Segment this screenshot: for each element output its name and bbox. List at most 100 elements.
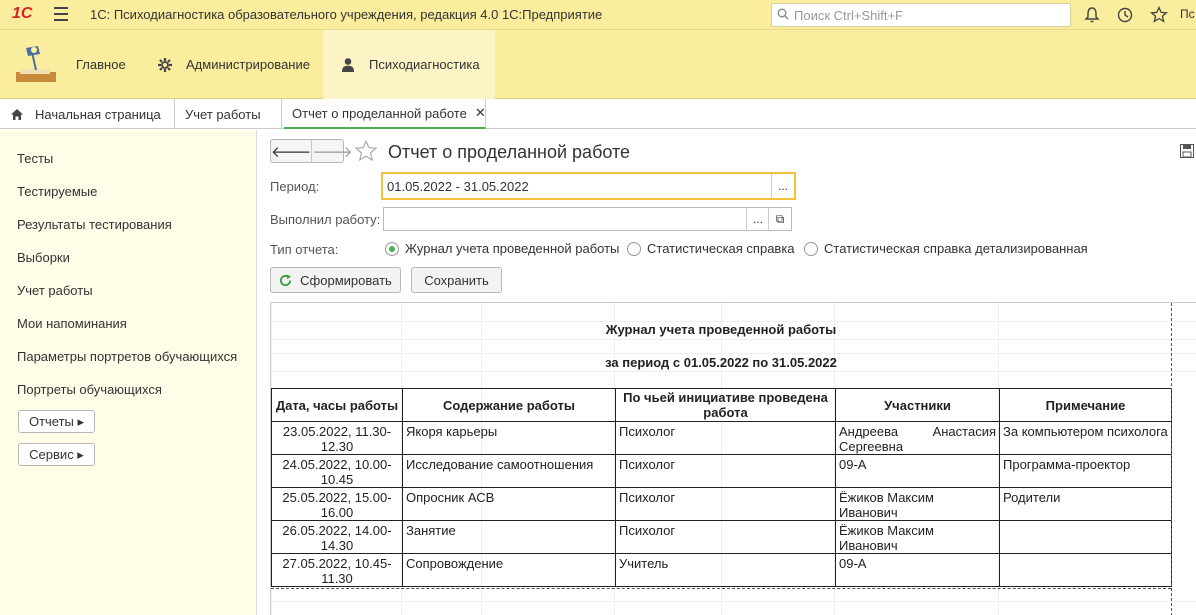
section-main[interactable]: Главное (12, 30, 132, 99)
report-title: Журнал учета проведенной работы (605, 322, 837, 337)
radio-work-log[interactable]: Журнал учета проведенной работы (385, 241, 619, 256)
tab-work-report[interactable]: Отчет о проделанной работе ✕ (284, 99, 486, 129)
save-button[interactable]: Сохранить (411, 267, 502, 293)
menu-item-work-log[interactable]: Учет работы (17, 283, 93, 298)
radio-selected-indicator (385, 241, 399, 256)
cell-note[interactable] (999, 553, 1172, 587)
cell-initiative[interactable]: Психолог (615, 454, 836, 488)
radio-statistical-report[interactable]: Статистическая справка (627, 241, 795, 256)
generate-button-label: Сформировать (300, 272, 392, 288)
cell-date[interactable]: 25.05.2022, 15.00-16.00 (271, 487, 403, 521)
radio-work-log-label: Журнал учета проведенной работы (405, 241, 620, 256)
menu-item-samples[interactable]: Выборки (17, 250, 70, 265)
period-field[interactable]: 01.05.2022 - 31.05.2022 ... (381, 172, 796, 200)
menu-item-reminders[interactable]: Мои напоминания (17, 316, 127, 331)
column-header-content: Содержание работы (402, 388, 616, 422)
cell-date[interactable]: 23.05.2022, 11.30-12.30 (271, 421, 403, 455)
period-value: 01.05.2022 - 31.05.2022 (387, 179, 529, 194)
menu-item-student-portraits[interactable]: Портреты обучающихся (17, 382, 162, 397)
performer-open-button[interactable]: ⧉ (768, 208, 791, 230)
cell-initiative[interactable]: Психолог (615, 520, 836, 554)
table-row[interactable]: 23.05.2022, 11.30-12.30 Якоря карьеры Пс… (271, 421, 1172, 455)
cell-content[interactable]: Занятие (402, 520, 616, 554)
cell-initiative[interactable]: Психолог (615, 421, 836, 455)
favorite-star-icon[interactable] (354, 139, 378, 163)
cell-initiative[interactable]: Психолог (615, 487, 836, 521)
tab-work-log[interactable]: Учет работы (175, 99, 282, 129)
table-row[interactable]: 26.05.2022, 14.00-14.30 Занятие Психолог… (271, 520, 1172, 554)
section-administration[interactable]: Администрирование (157, 30, 317, 99)
performer-label: Выполнил работу: (270, 212, 381, 227)
history-icon[interactable] (1115, 5, 1135, 25)
cell-content[interactable]: Исследование самоотношения (402, 454, 616, 488)
tab-home-label: Начальная страница (35, 106, 161, 122)
cell-note[interactable]: Родители (999, 487, 1172, 521)
generate-button[interactable]: Сформировать (270, 267, 401, 293)
radio-statistical-report-label: Статистическая справка (647, 241, 795, 256)
section-psychodiagnostics-label: Психодиагностика (369, 57, 480, 72)
menu-item-test-results[interactable]: Результаты тестирования (17, 217, 172, 232)
close-icon[interactable]: ✕ (475, 105, 486, 121)
forward-arrow-icon[interactable]: 🡒 (311, 140, 352, 162)
menu-item-testees[interactable]: Тестируемые (17, 184, 97, 199)
search-icon (777, 8, 789, 20)
section-administration-label: Администрирование (186, 57, 310, 72)
cell-participants[interactable]: 09-А (835, 553, 1000, 587)
report-subtitle: за период с 01.05.2022 по 31.05.2022 (605, 355, 837, 370)
desk-lamp-icon (16, 45, 56, 82)
cell-date[interactable]: 24.05.2022, 10.00-10.45 (271, 454, 403, 488)
report-type-label: Тип отчета: (270, 242, 339, 257)
cell-note[interactable] (999, 520, 1172, 554)
column-header-date: Дата, часы работы (271, 388, 403, 422)
report-table: Дата, часы работы Содержание работы По ч… (271, 388, 1172, 587)
radio-detailed-statistical-report[interactable]: Статистическая справка детализированная (804, 241, 1088, 256)
cell-date[interactable]: 26.05.2022, 14.00-14.30 (271, 520, 403, 554)
cell-initiative[interactable]: Учитель (615, 553, 836, 587)
bell-icon[interactable] (1082, 5, 1102, 25)
period-select-button[interactable]: ... (771, 174, 794, 198)
tab-work-report-label: Отчет о проделанной работе (292, 105, 467, 121)
cell-participants[interactable]: Андреева Анастасия Сергеевна (835, 421, 1000, 455)
user-name[interactable]: Пс (1180, 7, 1195, 21)
reports-button[interactable]: Отчеты ▸ (18, 410, 95, 433)
cell-participants[interactable]: Ёжиков Максим Иванович (835, 520, 1000, 554)
page-break-horizontal (271, 588, 1171, 589)
section-navigation-menu: Тесты Тестируемые Результаты тестировани… (0, 130, 257, 615)
cell-content[interactable]: Якоря карьеры (402, 421, 616, 455)
table-row[interactable]: 27.05.2022, 10.45-11.30 Сопровождение Уч… (271, 553, 1172, 587)
page-break-vertical (1171, 303, 1172, 615)
column-header-participants: Участники (835, 388, 1000, 422)
app-title: 1С: Психодиагностика образовательного уч… (90, 7, 603, 22)
cell-participants[interactable]: 09-А (835, 454, 1000, 488)
home-icon (11, 108, 23, 120)
menu-item-portrait-parameters[interactable]: Параметры портретов обучающихся (17, 349, 237, 364)
table-row[interactable]: 24.05.2022, 10.00-10.45 Исследование сам… (271, 454, 1172, 488)
menu-item-tests[interactable]: Тесты (17, 151, 53, 166)
floppy-disk-icon[interactable] (1180, 144, 1194, 158)
cell-content[interactable]: Опросник АСВ (402, 487, 616, 521)
main-menu-icon[interactable] (54, 7, 68, 21)
performer-select-button[interactable]: ... (746, 208, 769, 230)
cell-date[interactable]: 27.05.2022, 10.45-11.30 (271, 553, 403, 587)
app-logo[interactable]: 1С (12, 5, 32, 23)
service-button[interactable]: Сервис ▸ (18, 443, 95, 466)
cell-content[interactable]: Сопровождение (402, 553, 616, 587)
cell-participants[interactable]: Ёжиков Максим Иванович (835, 487, 1000, 521)
tab-work-log-label: Учет работы (185, 106, 261, 122)
radio-detailed-statistical-report-label: Статистическая справка детализированная (824, 241, 1088, 256)
section-main-label: Главное (76, 57, 126, 72)
report-spreadsheet[interactable]: Журнал учета проведенной работы за перио… (270, 302, 1196, 615)
person-icon (342, 57, 354, 72)
tab-home[interactable]: Начальная страница (0, 99, 175, 129)
performer-field[interactable]: ... ⧉ (383, 207, 792, 231)
tab-bar: Начальная страница Учет работы Отчет о п… (0, 99, 1196, 129)
back-arrow-icon[interactable]: 🡐 (271, 140, 311, 162)
search-input[interactable]: Поиск Ctrl+Shift+F (771, 3, 1071, 27)
favorites-star-icon[interactable] (1149, 5, 1169, 25)
cell-note[interactable]: За компьютером психолога (999, 421, 1172, 455)
table-header-row: Дата, часы работы Содержание работы По ч… (271, 388, 1172, 422)
period-label: Период: (270, 179, 320, 194)
section-psychodiagnostics[interactable]: Психодиагностика (323, 30, 495, 99)
table-row[interactable]: 25.05.2022, 15.00-16.00 Опросник АСВ Пси… (271, 487, 1172, 521)
cell-note[interactable]: Программа-проектор (999, 454, 1172, 488)
